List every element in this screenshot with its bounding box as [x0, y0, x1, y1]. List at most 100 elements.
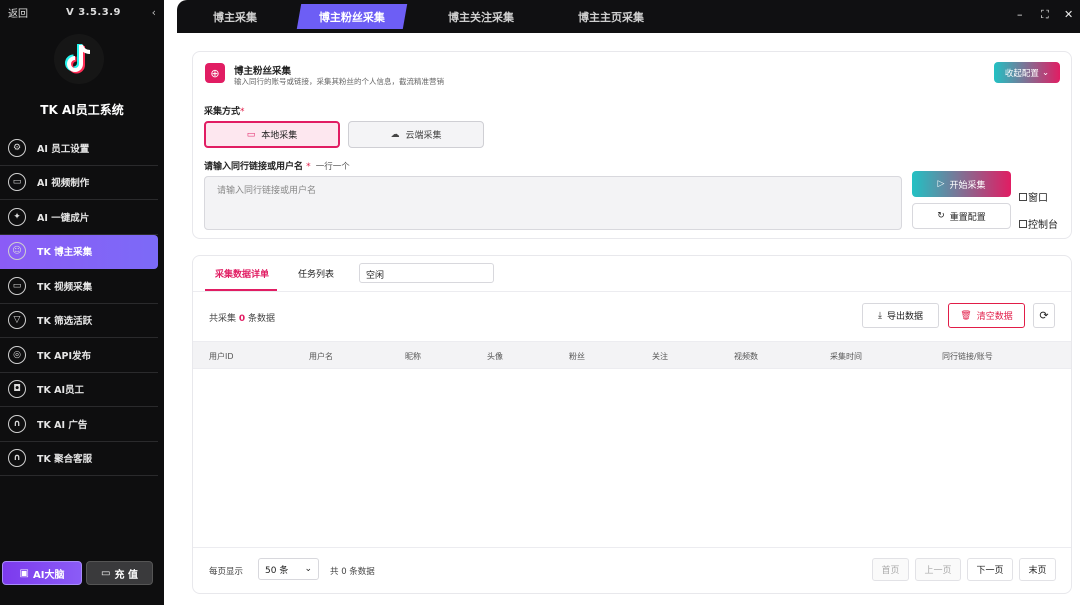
start-collect-label: 开始采集 [949, 180, 986, 191]
prev-page-button[interactable]: 上一页 [915, 558, 961, 581]
play-icon: ▷ [937, 179, 945, 189]
console-checkbox[interactable]: 控制台 [1019, 216, 1058, 231]
sidebar-item-label: TK AI 广告 [37, 419, 88, 431]
col-username: 用户名 [309, 352, 333, 361]
col-collect-time: 采集时间 [830, 352, 862, 361]
card-icon: ▭ [101, 567, 111, 579]
table-header: 用户ID 用户名 昵称 头像 粉丝 关注 视频数 采集时间 同行链接/账号 [193, 341, 1071, 369]
required-mark: * [306, 162, 311, 172]
sidebar-item[interactable]: ◎ TK API发布 [0, 338, 158, 373]
video-icon: ▭ [8, 276, 26, 295]
window-checkbox[interactable]: 窗口 [1019, 189, 1048, 204]
mode-label-text: 采集方式 [204, 107, 241, 117]
filter-icon: ▽ [8, 311, 26, 330]
sidebar-item[interactable]: ▭ AI 视频制作 [0, 166, 158, 200]
monitor-icon: ▭ [246, 129, 256, 140]
close-icon[interactable]: ✕ [1064, 8, 1073, 21]
ai-brain-label: AI大脑 [32, 569, 65, 581]
sidebar-item-label: TK 筛选活跃 [37, 316, 93, 328]
cloud-collect-label: 云端采集 [405, 131, 442, 141]
checkbox-box[interactable] [1019, 219, 1027, 228]
sidebar-nav: ⚙ AI 员工设置 ▭ AI 视频制作 ✦ AI 一键成片 ☺ TK 博主采集 ▭ TK 视频采集… [0, 131, 158, 476]
gear-icon: ⚙ [8, 138, 26, 157]
peer-link-textarea[interactable]: 请输入同行链接或用户名 [204, 176, 902, 230]
refresh-button[interactable]: ⟳ [1033, 303, 1055, 328]
sidebar: 返回 V 3.5.3.9 ‹ TK AI员工系统 ⚙ AI 员工设置 ▭ AI 视频制… [0, 0, 164, 605]
total-prefix: 共采集 [209, 314, 237, 324]
required-mark: * [240, 107, 245, 117]
sidebar-item[interactable]: ∩ TK 聚合客服 [0, 442, 158, 476]
tab-label: 博主采集 [213, 10, 257, 24]
local-collect-option[interactable]: ▭ 本地采集 [204, 121, 340, 148]
input-label-text: 请输入同行链接或用户名 [204, 162, 304, 172]
collapse-sidebar-icon[interactable]: ‹ [152, 6, 156, 19]
download-icon: ⤓ [878, 310, 882, 321]
col-avatar: 头像 [487, 352, 503, 361]
tiktok-logo [54, 34, 104, 84]
tab-label: 博主粉丝采集 [319, 10, 385, 24]
tab-fans-collect[interactable]: 博主粉丝采集 [296, 4, 408, 29]
version-label: V 3.5.3.9 [66, 6, 121, 18]
ai-brain-button[interactable]: ▣ AI大脑 [2, 561, 82, 585]
headset-icon: ∩ [8, 449, 26, 468]
tab-data-detail[interactable]: 采集数据详单 [215, 267, 269, 280]
reset-config-button[interactable]: ↻ 重置配置 [912, 203, 1011, 229]
reset-icon: ↻ [937, 211, 945, 221]
per-page-label: 每页显示 [209, 567, 244, 577]
config-title: 博主粉丝采集 [234, 66, 292, 77]
sidebar-item[interactable]: ◘ TK AI员工 [0, 373, 158, 407]
chevron-down-icon: ⌄ [1041, 67, 1050, 78]
minimize-icon[interactable]: – [1017, 8, 1023, 21]
col-peer-link: 同行链接/账号 [942, 352, 993, 361]
recharge-button[interactable]: ▭ 充 值 [86, 561, 153, 585]
sidebar-top: 返回 V 3.5.3.9 ‹ [0, 0, 164, 24]
sidebar-item[interactable]: ⚙ AI 员工设置 [0, 131, 158, 166]
maximize-icon[interactable]: ⛶ [1041, 8, 1049, 22]
per-page-select[interactable]: 50 条 ⌄ [258, 558, 319, 580]
sidebar-item[interactable]: ▭ TK 视频采集 [0, 269, 158, 304]
clear-data-button[interactable]: 🗑 清空数据 [948, 303, 1025, 328]
col-fans: 粉丝 [569, 352, 585, 361]
cloud-icon: ☁ [390, 129, 400, 140]
last-page-button[interactable]: 末页 [1019, 558, 1056, 581]
tab-following-collect[interactable]: 博主关注采集 [433, 4, 529, 29]
collapse-config-button[interactable]: 收起配置 ⌄ [994, 62, 1060, 83]
collapse-config-label: 收起配置 [1004, 68, 1039, 79]
refresh-icon: ⟳ [1039, 309, 1049, 322]
total-suffix: 条数据 [248, 314, 276, 324]
checkbox-box[interactable] [1019, 192, 1027, 201]
back-label: 返回 [8, 8, 28, 20]
col-user-id: 用户ID [209, 352, 234, 361]
sidebar-item[interactable]: ▽ TK 筛选活跃 [0, 304, 158, 338]
local-collect-label: 本地采集 [261, 131, 298, 141]
app-name: TK AI员工系统 [40, 103, 124, 117]
mode-label: 采集方式* [204, 104, 245, 117]
first-page-button[interactable]: 首页 [872, 558, 909, 581]
export-data-button[interactable]: ⤓ 导出数据 [862, 303, 939, 328]
input-hint: 一行一个 [315, 162, 350, 172]
status-field: 空闲 [359, 263, 494, 283]
config-subtitle: 输入同行的账号或链接，采集其粉丝的个人信息，截流精准营销 [234, 77, 444, 86]
chevron-down-icon: ⌄ [304, 564, 312, 574]
tab-task-list[interactable]: 任务列表 [298, 267, 334, 280]
sidebar-item[interactable]: ✦ AI 一键成片 [0, 200, 158, 235]
sparkle-icon: ✦ [8, 207, 26, 226]
sidebar-item[interactable]: ∩ TK AI 广告 [0, 407, 158, 442]
pagination-bar: 每页显示 50 条 ⌄ 共 0 条数据 首页 上一页 下一页 末页 [193, 547, 1071, 593]
window-label: 窗口 [1028, 193, 1048, 204]
start-collect-button[interactable]: ▷ 开始采集 [912, 171, 1011, 197]
config-card: ⊕ 博主粉丝采集 输入同行的账号或链接，采集其粉丝的个人信息，截流精准营销 收起… [192, 51, 1072, 239]
users-icon: ☺ [8, 242, 26, 261]
sidebar-item-label: AI 视频制作 [37, 178, 90, 190]
active-tab-underline [205, 289, 277, 291]
cloud-collect-option[interactable]: ☁ 云端采集 [348, 121, 484, 148]
tab-homepage-collect[interactable]: 博主主页采集 [563, 4, 659, 29]
console-label: 控制台 [1028, 220, 1058, 231]
brain-icon: ▣ [19, 567, 29, 579]
globe-icon: ⊕ [205, 63, 225, 83]
target-icon: ◎ [8, 345, 26, 364]
tab-blogger-collect[interactable]: 博主采集 [191, 4, 279, 29]
back-button[interactable]: 返回 [8, 5, 28, 20]
sidebar-item[interactable]: ☺ TK 博主采集 [0, 234, 158, 269]
next-page-button[interactable]: 下一页 [967, 558, 1013, 581]
